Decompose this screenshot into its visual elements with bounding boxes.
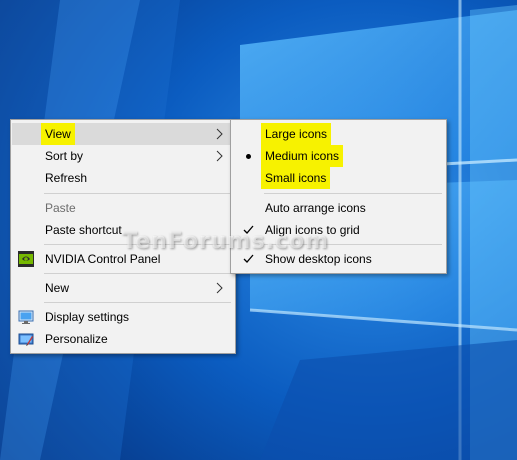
menu-separator (44, 193, 231, 194)
menu-item-label: Sort by (45, 149, 84, 163)
submenu-item-label: Align icons to grid (265, 223, 360, 237)
submenu-item-large-icons[interactable]: Large icons (232, 123, 445, 145)
menu-item-personalize[interactable]: Personalize (12, 328, 234, 350)
submenu-item-label: Show desktop icons (265, 252, 372, 266)
chevron-right-icon (216, 150, 223, 162)
display-icon (18, 310, 34, 324)
menu-separator (264, 244, 442, 245)
menu-item-label: Paste (45, 201, 76, 215)
menu-item-label: Personalize (45, 332, 108, 346)
submenu-item-auto-arrange-icons[interactable]: Auto arrange icons (232, 197, 445, 219)
menu-item-refresh[interactable]: Refresh (12, 167, 234, 189)
menu-item-sort-by[interactable]: Sort by (12, 145, 234, 167)
menu-item-label: Refresh (45, 171, 88, 185)
radio-bullet-icon (246, 154, 251, 159)
menu-item-paste[interactable]: Paste (12, 197, 234, 219)
menu-item-new[interactable]: New (12, 277, 234, 299)
submenu-item-label: Large icons (261, 123, 332, 145)
menu-item-nvidia-control-panel[interactable]: NVIDIA Control Panel (12, 248, 234, 270)
menu-item-view[interactable]: View (12, 123, 234, 145)
menu-item-label: New (45, 281, 70, 295)
submenu-item-show-desktop-icons[interactable]: Show desktop icons (232, 248, 445, 270)
checkmark-icon (243, 254, 254, 263)
menu-separator (44, 273, 231, 274)
submenu-item-label: Small icons (261, 167, 331, 189)
checkmark-icon (243, 225, 254, 234)
desktop-context-menu: View Sort by Refresh Paste Paste shortcu… (10, 119, 236, 354)
menu-item-label: View (41, 123, 75, 145)
menu-item-label: Display settings (45, 310, 130, 324)
menu-item-paste-shortcut[interactable]: Paste shortcut (12, 219, 234, 241)
menu-item-label: Paste shortcut (45, 223, 122, 237)
chevron-right-icon (216, 128, 223, 140)
nvidia-icon (18, 251, 34, 267)
submenu-item-label: Medium icons (261, 145, 344, 167)
submenu-item-small-icons[interactable]: Small icons (232, 167, 445, 189)
chevron-right-icon (216, 282, 223, 294)
menu-item-display-settings[interactable]: Display settings (12, 306, 234, 328)
menu-separator (44, 302, 231, 303)
personalize-icon (18, 333, 34, 346)
menu-separator (264, 193, 442, 194)
submenu-item-label: Auto arrange icons (265, 201, 366, 215)
submenu-item-align-icons-to-grid[interactable]: Align icons to grid (232, 219, 445, 241)
menu-item-label: NVIDIA Control Panel (45, 252, 161, 266)
view-submenu: Large icons Medium icons Small icons Aut… (230, 119, 447, 274)
submenu-item-medium-icons[interactable]: Medium icons (232, 145, 445, 167)
menu-separator (44, 244, 231, 245)
